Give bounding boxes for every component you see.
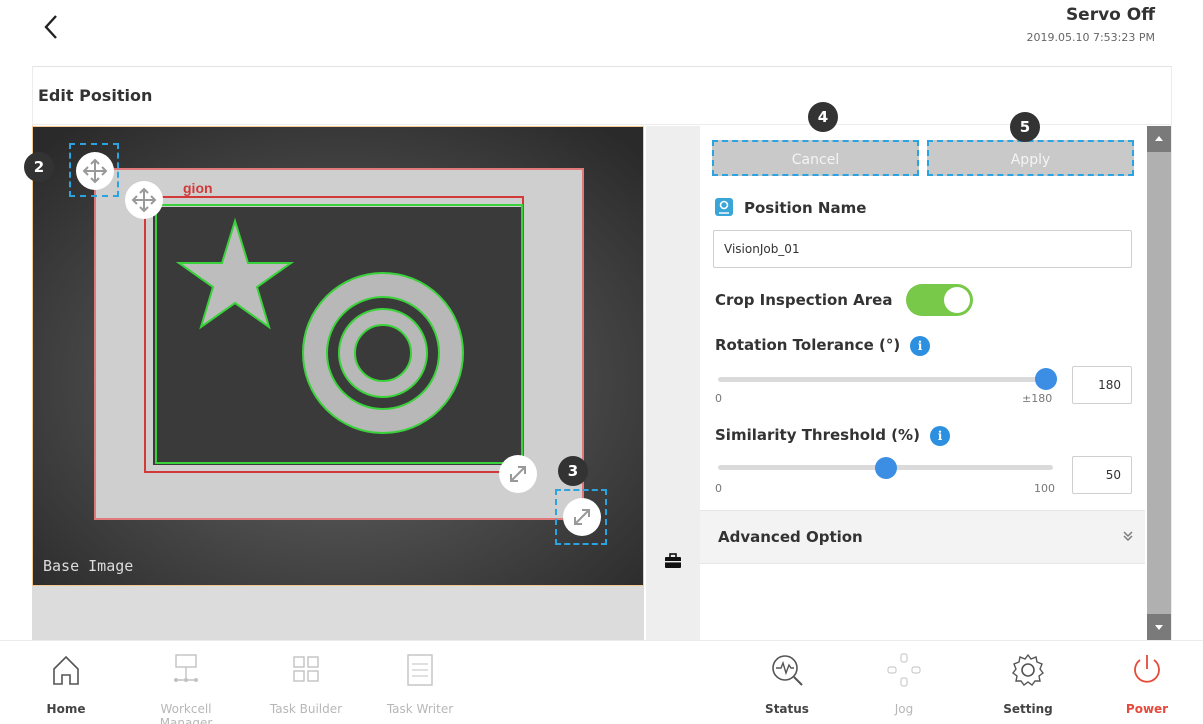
power-icon (1134, 655, 1160, 683)
nav-setting[interactable]: Setting (978, 650, 1078, 716)
callout-badge-2: 2 (24, 152, 54, 182)
nav-home[interactable]: Home (16, 650, 116, 716)
resize-icon (574, 509, 590, 525)
nav-status-label: Status (765, 702, 809, 716)
nav-setting-label: Setting (1003, 702, 1053, 716)
datetime: 2019.05.10 7:53:23 PM (1026, 31, 1155, 44)
status-icon (772, 655, 803, 686)
nav-task-writer[interactable]: Task Writer (370, 650, 470, 716)
nav-task-builder-label: Task Builder (269, 702, 343, 716)
similarity-value-input[interactable]: 50 (1072, 456, 1132, 494)
scrollbar[interactable] (1147, 126, 1171, 640)
similarity-max: 100 (1034, 482, 1055, 495)
callout-badge-5: 5 (1010, 112, 1040, 142)
nav-jog[interactable]: Jog (854, 650, 954, 716)
nav-jog-label: Jog (894, 702, 914, 716)
chevron-left-icon (44, 15, 57, 39)
callout-badge-4: 4 (808, 102, 838, 132)
edit-position-screen: Servo Off 2019.05.10 7:53:23 PM Edit Pos… (0, 0, 1203, 724)
home-icon (53, 655, 79, 685)
similarity-min: 0 (715, 482, 722, 495)
rotation-slider-thumb[interactable] (1035, 368, 1057, 390)
double-chevron-down-icon (1123, 531, 1133, 541)
similarity-threshold-label: Similarity Threshold (%) (715, 426, 920, 444)
rotation-value-input[interactable]: 180 (1072, 366, 1132, 404)
nav-power-label: Power (1125, 702, 1169, 716)
scroll-up-button[interactable] (1147, 126, 1171, 152)
vision-image-panel[interactable]: gion Base Image (32, 126, 644, 586)
nav-task-builder[interactable]: Task Builder (256, 650, 356, 716)
nav-home-label: Home (46, 702, 86, 716)
nav-status[interactable]: Status (737, 650, 837, 716)
workcell-manager-icon (174, 654, 198, 682)
apply-button[interactable]: Apply (927, 140, 1134, 176)
nav-power[interactable]: Power (1097, 650, 1197, 716)
jog-icon (887, 653, 921, 687)
servo-status: Servo Off (1065, 5, 1155, 25)
region-label: gion (183, 180, 213, 196)
base-image-label: Base Image (43, 557, 134, 575)
briefcase-icon (665, 553, 681, 568)
rotation-max: ±180 (1022, 392, 1053, 405)
position-name-input[interactable]: VisionJob_01 (713, 230, 1132, 268)
resize-handle-outer[interactable] (555, 489, 607, 545)
crop-area-label: Crop Inspection Area (715, 291, 893, 309)
advanced-option-label: Advanced Option (718, 528, 863, 546)
rotation-min: 0 (715, 392, 722, 405)
move-icon (131, 187, 157, 213)
info-icon[interactable]: i (910, 336, 930, 356)
toggle-knob (944, 287, 970, 313)
gear-icon (1012, 653, 1044, 686)
task-writer-icon (407, 654, 433, 686)
rotation-tolerance-label: Rotation Tolerance (°) (715, 336, 901, 354)
cancel-button[interactable]: Cancel (712, 140, 919, 176)
move-icon (82, 158, 108, 184)
position-name-label: Position Name (744, 199, 867, 217)
page-title: Edit Position (38, 86, 153, 105)
callout-badge-3: 3 (558, 456, 588, 486)
nav-task-writer-label: Task Writer (386, 702, 454, 716)
move-handle-inner[interactable] (125, 181, 163, 219)
servo-status-block: Servo Off 2019.05.10 7:53:23 PM (1026, 5, 1155, 44)
image-panel-footer (32, 586, 644, 640)
divider (32, 124, 1172, 125)
nav-workcell-manager[interactable]: Workcell Manager (136, 650, 236, 724)
advanced-option-section[interactable]: Advanced Option (700, 510, 1145, 564)
settings-panel: Cancel Apply Position Name VisionJob_01 … (700, 126, 1145, 640)
nav-workcell-label: Workcell Manager (159, 702, 213, 724)
info-icon[interactable]: i (930, 426, 950, 446)
task-builder-icon (293, 656, 319, 682)
back-button[interactable] (38, 10, 68, 44)
crop-area-toggle[interactable] (906, 284, 973, 316)
move-handle-outer[interactable] (69, 143, 119, 197)
resize-handle-inner[interactable] (499, 455, 537, 493)
location-pin-icon (715, 198, 733, 216)
rotation-slider-track[interactable] (718, 377, 1048, 382)
scroll-down-button[interactable] (1147, 614, 1171, 640)
similarity-slider-thumb[interactable] (875, 457, 897, 479)
toolbox-icon[interactable] (664, 553, 682, 569)
resize-icon (510, 466, 526, 482)
footer-divider (0, 640, 1203, 641)
